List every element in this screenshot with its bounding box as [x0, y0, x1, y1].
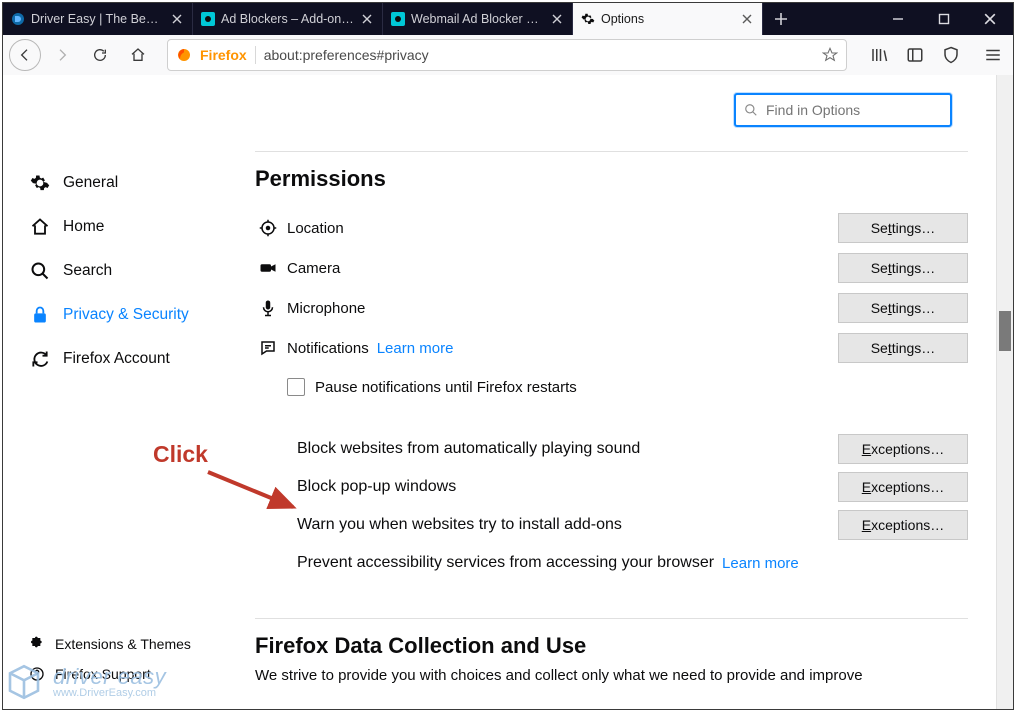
- cat-account[interactable]: Firefox Account: [29, 337, 229, 381]
- sync-icon: [29, 349, 51, 369]
- url-text: about:preferences#privacy: [264, 47, 814, 63]
- opt-warn-addons: Warn you when websites try to install ad…: [255, 506, 968, 544]
- checkbox-label: Block websites from automatically playin…: [297, 440, 640, 458]
- opt-block-popups: Block pop-up windows Exceptions…: [255, 468, 968, 506]
- lock-icon: [29, 305, 51, 325]
- close-icon[interactable]: [170, 12, 184, 26]
- support-link[interactable]: Firefox Support: [29, 659, 191, 689]
- cat-label: Search: [63, 262, 112, 280]
- cat-label: General: [63, 174, 118, 192]
- exceptions-button[interactable]: Exceptions…: [838, 434, 968, 464]
- checkbox-label: Prevent accessibility services from acce…: [297, 554, 714, 572]
- exceptions-button[interactable]: Exceptions…: [838, 472, 968, 502]
- nav-toolbar: Firefox about:preferences#privacy: [3, 35, 1013, 76]
- perm-camera: Camera Settings…: [255, 248, 968, 288]
- cat-label: Privacy & Security: [63, 306, 189, 324]
- section-blurb: We strive to provide you with choices an…: [255, 667, 968, 684]
- back-button[interactable]: [9, 39, 41, 71]
- app-menu-button[interactable]: [979, 46, 1007, 64]
- tab-label: Webmail Ad Blocker – Ge…: [411, 12, 544, 26]
- favicon-amo: [201, 12, 215, 26]
- search-icon: [744, 103, 758, 117]
- options-search[interactable]: [734, 93, 952, 127]
- new-tab-button[interactable]: [763, 3, 799, 35]
- opt-prevent-a11y: Prevent accessibility services from acce…: [255, 544, 968, 582]
- link-label: Extensions & Themes: [55, 636, 191, 652]
- shield-icon[interactable]: [937, 41, 965, 69]
- close-icon[interactable]: [360, 12, 374, 26]
- learn-more-link[interactable]: Learn more: [377, 340, 454, 357]
- minimize-button[interactable]: [875, 3, 921, 35]
- firefox-icon: [176, 47, 192, 63]
- learn-more-link[interactable]: Learn more: [722, 555, 799, 572]
- search-icon: [29, 261, 51, 281]
- extensions-link[interactable]: Extensions & Themes: [29, 629, 191, 659]
- gear-icon: [581, 12, 595, 26]
- url-identity: Firefox: [200, 47, 247, 63]
- tab-label: Ad Blockers – Add-ons fo…: [221, 12, 354, 26]
- settings-button[interactable]: Settings…: [838, 293, 968, 323]
- perm-label: Microphone: [287, 300, 365, 317]
- checkbox-label: Block pop-up windows: [297, 478, 456, 496]
- category-list: General Home Search Privacy & Security F…: [29, 161, 229, 381]
- cat-label: Home: [63, 218, 104, 236]
- vertical-scrollbar[interactable]: [996, 75, 1013, 709]
- favicon-amo: [391, 12, 405, 26]
- opt-block-autoplay: Block websites from automatically playin…: [255, 430, 968, 468]
- chat-icon: [255, 339, 281, 357]
- window-controls: [875, 3, 1013, 35]
- location-icon: [255, 219, 281, 237]
- maximize-button[interactable]: [921, 3, 967, 35]
- cat-privacy[interactable]: Privacy & Security: [29, 293, 229, 337]
- cat-search[interactable]: Search: [29, 249, 229, 293]
- cat-label: Firefox Account: [63, 350, 170, 368]
- bookmark-star-icon[interactable]: [822, 47, 838, 63]
- url-bar[interactable]: Firefox about:preferences#privacy: [167, 39, 847, 71]
- mic-icon: [255, 299, 281, 317]
- search-input[interactable]: [764, 101, 949, 119]
- gear-icon: [29, 173, 51, 193]
- perm-microphone: Microphone Settings…: [255, 288, 968, 328]
- checkbox-label: Warn you when websites try to install ad…: [297, 516, 622, 534]
- reload-button[interactable]: [83, 38, 117, 72]
- puzzle-icon: [29, 636, 45, 652]
- camera-icon: [255, 259, 281, 277]
- checkbox-label: Pause notifications until Firefox restar…: [315, 379, 577, 396]
- settings-button[interactable]: Settings…: [838, 213, 968, 243]
- perm-label: Location: [287, 220, 344, 237]
- favicon-drivereasy: [11, 12, 25, 26]
- forward-button[interactable]: [45, 38, 79, 72]
- close-icon[interactable]: [740, 12, 754, 26]
- tab-label: Options: [601, 12, 734, 26]
- settings-panel: Permissions Location Settings… Camera Se…: [255, 151, 968, 684]
- tab-webmail[interactable]: Webmail Ad Blocker – Ge…: [383, 3, 573, 35]
- home-button[interactable]: [121, 38, 155, 72]
- tab-label: Driver Easy | The Best Fr…: [31, 12, 164, 26]
- checkbox[interactable]: [287, 378, 305, 396]
- perm-label: Notifications: [287, 340, 369, 357]
- section-heading: Firefox Data Collection and Use: [255, 633, 968, 659]
- sidebar-icon[interactable]: [901, 41, 929, 69]
- settings-button[interactable]: Settings…: [838, 333, 968, 363]
- annotation-label: Click: [153, 441, 208, 468]
- home-icon: [29, 217, 51, 237]
- settings-button[interactable]: Settings…: [838, 253, 968, 283]
- tab-drivereasy[interactable]: Driver Easy | The Best Fr…: [3, 3, 193, 35]
- tab-options[interactable]: Options: [573, 3, 763, 35]
- pause-notifications-row: Pause notifications until Firefox restar…: [287, 368, 968, 406]
- perm-label: Camera: [287, 260, 340, 277]
- library-icon[interactable]: [865, 41, 893, 69]
- link-label: Firefox Support: [55, 666, 151, 682]
- cat-general[interactable]: General: [29, 161, 229, 205]
- tab-strip: Driver Easy | The Best Fr… Ad Blockers –…: [3, 3, 1013, 35]
- tab-adblockers[interactable]: Ad Blockers – Add-ons fo…: [193, 3, 383, 35]
- cat-home[interactable]: Home: [29, 205, 229, 249]
- section-heading: Permissions: [255, 166, 968, 192]
- close-icon[interactable]: [550, 12, 564, 26]
- close-window-button[interactable]: [967, 3, 1013, 35]
- perm-location: Location Settings…: [255, 208, 968, 248]
- help-icon: [29, 666, 45, 682]
- perm-notifications: Notifications Learn more Settings…: [255, 328, 968, 368]
- exceptions-button[interactable]: Exceptions…: [838, 510, 968, 540]
